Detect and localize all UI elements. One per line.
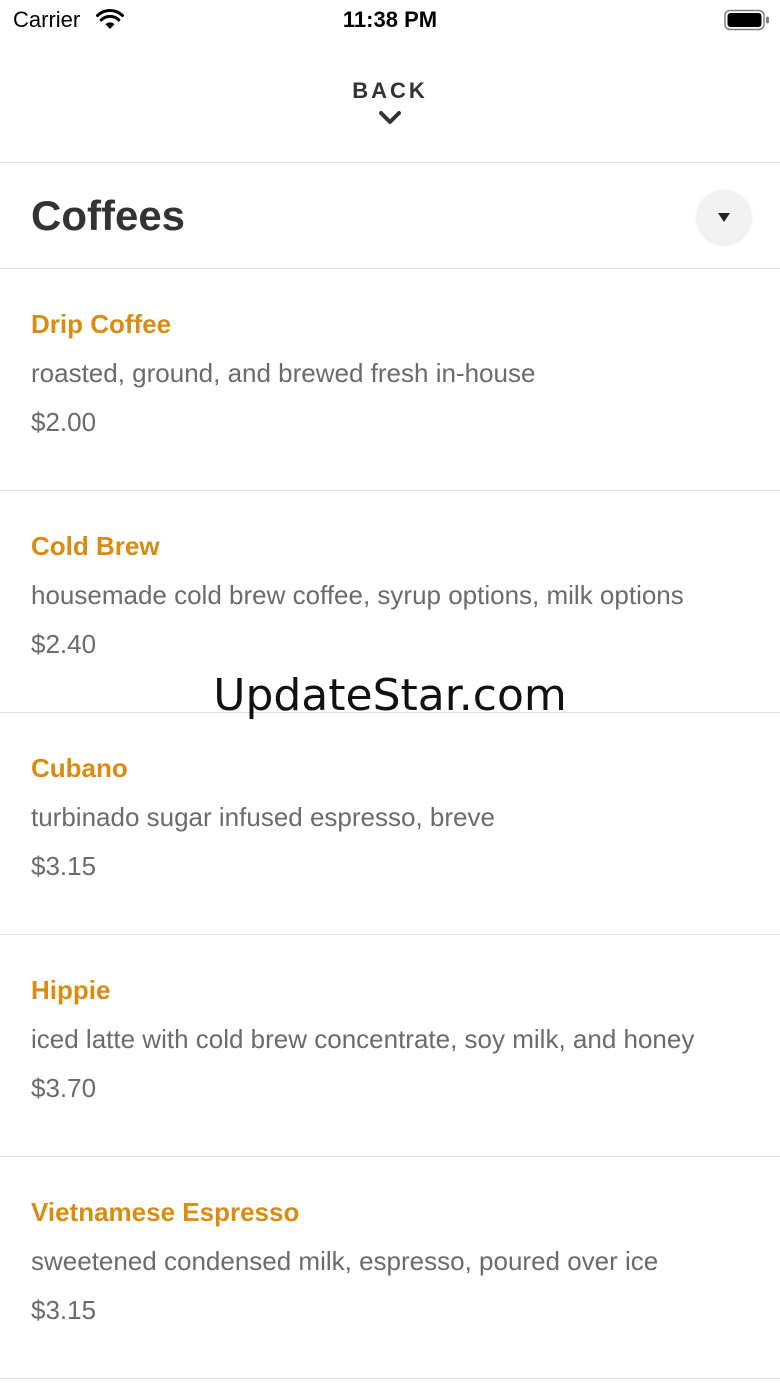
header-divider: [0, 162, 780, 163]
item-name: Cold Brew: [31, 531, 160, 561]
item-name: Vietnamese Espresso: [31, 1197, 300, 1227]
status-bar: Carrier 11:38 PM: [0, 0, 780, 40]
battery-icon: [724, 9, 769, 31]
item-description: iced latte with cold brew concentrate, s…: [31, 1024, 695, 1054]
section-dropdown-button[interactable]: [697, 190, 751, 244]
menu-item[interactable]: Hippie iced latte with cold brew concent…: [0, 935, 780, 1157]
chevron-down-icon: [379, 111, 401, 124]
back-label: BACK: [352, 78, 428, 103]
item-price: $2.00: [31, 407, 97, 437]
item-name: Cubano: [31, 753, 128, 783]
item-description: turbinado sugar infused espresso, breve: [31, 802, 495, 832]
item-price: $2.40: [31, 629, 97, 659]
caret-down-icon: [718, 212, 730, 222]
menu-item[interactable]: Cubano turbinado sugar infused espresso,…: [0, 713, 780, 935]
section-title: Coffees: [31, 192, 186, 239]
status-time: 11:38 PM: [342, 7, 438, 32]
item-price: $3.70: [31, 1073, 97, 1103]
item-description: housemade cold brew coffee, syrup option…: [31, 580, 684, 610]
item-price: $3.15: [31, 851, 97, 881]
menu-item[interactable]: Drip Coffee roasted, ground, and brewed …: [0, 269, 780, 491]
menu-item[interactable]: Vietnamese Espresso sweetened condensed …: [0, 1157, 780, 1379]
back-button[interactable]: BACK: [0, 78, 780, 142]
item-name: Drip Coffee: [31, 309, 172, 339]
item-price: $3.15: [31, 1295, 97, 1325]
item-description: sweetened condensed milk, espresso, pour…: [31, 1246, 659, 1276]
screen: Carrier 11:38 PM BACK Coffees Drip Coffe…: [0, 0, 780, 1387]
watermark: UpdateStar.com: [213, 670, 567, 721]
item-description: roasted, ground, and brewed fresh in-hou…: [31, 358, 536, 388]
item-name: Hippie: [31, 975, 111, 1005]
item-divider: [0, 1378, 780, 1379]
